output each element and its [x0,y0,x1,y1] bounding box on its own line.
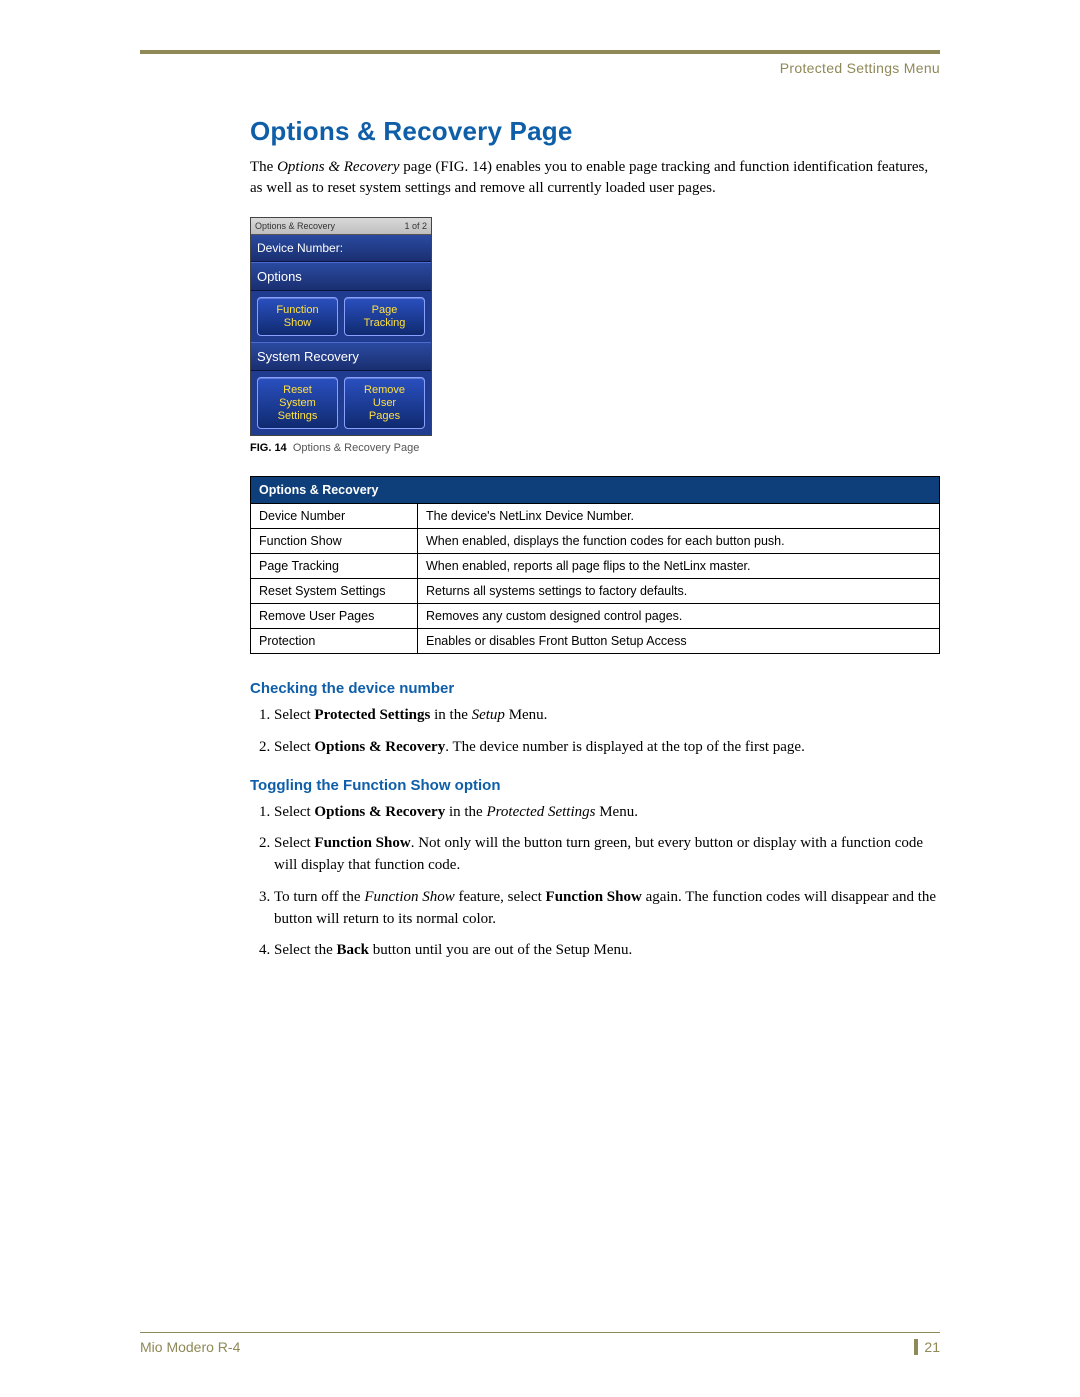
device-titlebar: Options & Recovery 1 of 2 [251,218,431,235]
btn-line: Tracking [347,317,422,330]
step-text: feature, select [455,889,546,905]
step-italic: Protected Settings [486,804,595,820]
subheading-check-device: Checking the device number [250,680,940,697]
device-recovery-buttons: Reset System Settings Remove User Pages [251,371,431,435]
step-bold: Function Show [546,889,642,905]
btn-line: User [347,397,422,410]
reset-system-settings-button[interactable]: Reset System Settings [257,377,338,429]
function-show-button[interactable]: Function Show [257,297,338,336]
step-text: Select [274,804,314,820]
content-area: Options & Recovery Page The Options & Re… [140,116,940,962]
table-key: Function Show [251,529,418,554]
remove-user-pages-button[interactable]: Remove User Pages [344,377,425,429]
device-page-indicator: 1 of 2 [404,221,427,231]
device-options-buttons: Function Show Page Tracking [251,291,431,342]
step-text: Select the [274,942,336,958]
page-footer: Mio Modero R-4 21 [140,1332,940,1355]
intro-text-1: The [250,159,277,175]
table-val: Enables or disables Front Button Setup A… [418,629,940,654]
device-number-row: Device Number: [251,235,431,262]
footer-product-name: Mio Modero R-4 [140,1339,240,1355]
step-text: Select [274,835,314,851]
device-title: Options & Recovery [255,221,335,231]
table-val: When enabled, displays the function code… [418,529,940,554]
list-item: Select Protected Settings in the Setup M… [274,705,940,727]
table-row: Remove User PagesRemoves any custom desi… [251,604,940,629]
options-recovery-table: Options & Recovery Device NumberThe devi… [250,476,940,654]
step-text: Select [274,739,314,755]
step-bold: Back [336,942,369,958]
figure-caption: FIG. 14 Options & Recovery Page [250,442,940,454]
device-screenshot: Options & Recovery 1 of 2 Device Number:… [250,217,432,436]
device-options-label: Options [251,262,431,291]
table-key: Device Number [251,504,418,529]
page-tracking-button[interactable]: Page Tracking [344,297,425,336]
top-rule [140,50,940,54]
table-key: Remove User Pages [251,604,418,629]
steps-toggle-function-show: Select Options & Recovery in the Protect… [250,802,940,963]
figure-label: FIG. 14 [250,442,287,454]
step-text: in the [445,804,486,820]
table-row: Reset System SettingsReturns all systems… [251,579,940,604]
btn-line: Function [260,304,335,317]
step-text: To turn off the [274,889,364,905]
table-row: Device NumberThe device's NetLinx Device… [251,504,940,529]
step-italic: Function Show [364,889,454,905]
page-title: Options & Recovery Page [250,116,940,147]
table-key: Protection [251,629,418,654]
step-text: button until you are out of the Setup Me… [369,942,632,958]
step-text: Menu. [595,804,638,820]
table-row: Function ShowWhen enabled, displays the … [251,529,940,554]
table-row: ProtectionEnables or disables Front Butt… [251,629,940,654]
figure-caption-text: Options & Recovery Page [293,442,420,454]
header-section-label: Protected Settings Menu [140,60,940,76]
btn-line: Page [347,304,422,317]
btn-line: Remove [347,384,422,397]
list-item: To turn off the Function Show feature, s… [274,887,940,931]
list-item: Select Function Show. Not only will the … [274,833,940,877]
table-row: Page TrackingWhen enabled, reports all p… [251,554,940,579]
steps-check-device: Select Protected Settings in the Setup M… [250,705,940,759]
list-item: Select the Back button until you are out… [274,940,940,962]
step-text: in the [430,707,471,723]
page-number: 21 [914,1339,940,1355]
intro-em-1: Options & Recovery [277,159,399,175]
step-bold: Protected Settings [314,707,430,723]
footer-rule [140,1332,940,1333]
table-key: Reset System Settings [251,579,418,604]
btn-line: Reset [260,384,335,397]
step-bold: Function Show [314,835,410,851]
btn-line: Show [260,317,335,330]
table-val: When enabled, reports all page flips to … [418,554,940,579]
step-text: Select [274,707,314,723]
table-header: Options & Recovery [251,477,940,504]
btn-line: System [260,397,335,410]
step-text: Menu. [505,707,548,723]
subheading-toggle-function-show: Toggling the Function Show option [250,777,940,794]
step-text: . The device number is displayed at the … [445,739,805,755]
device-recovery-label: System Recovery [251,342,431,371]
table-val: Returns all systems settings to factory … [418,579,940,604]
intro-paragraph: The Options & Recovery page (FIG. 14) en… [250,157,940,199]
table-val: The device's NetLinx Device Number. [418,504,940,529]
btn-line: Settings [260,410,335,423]
btn-line: Pages [347,410,422,423]
table-val: Removes any custom designed control page… [418,604,940,629]
step-bold: Options & Recovery [314,739,445,755]
list-item: Select Options & Recovery in the Protect… [274,802,940,824]
table-key: Page Tracking [251,554,418,579]
document-page: Protected Settings Menu Options & Recove… [0,0,1080,1397]
step-italic: Setup [472,707,505,723]
step-bold: Options & Recovery [314,804,445,820]
list-item: Select Options & Recovery. The device nu… [274,737,940,759]
